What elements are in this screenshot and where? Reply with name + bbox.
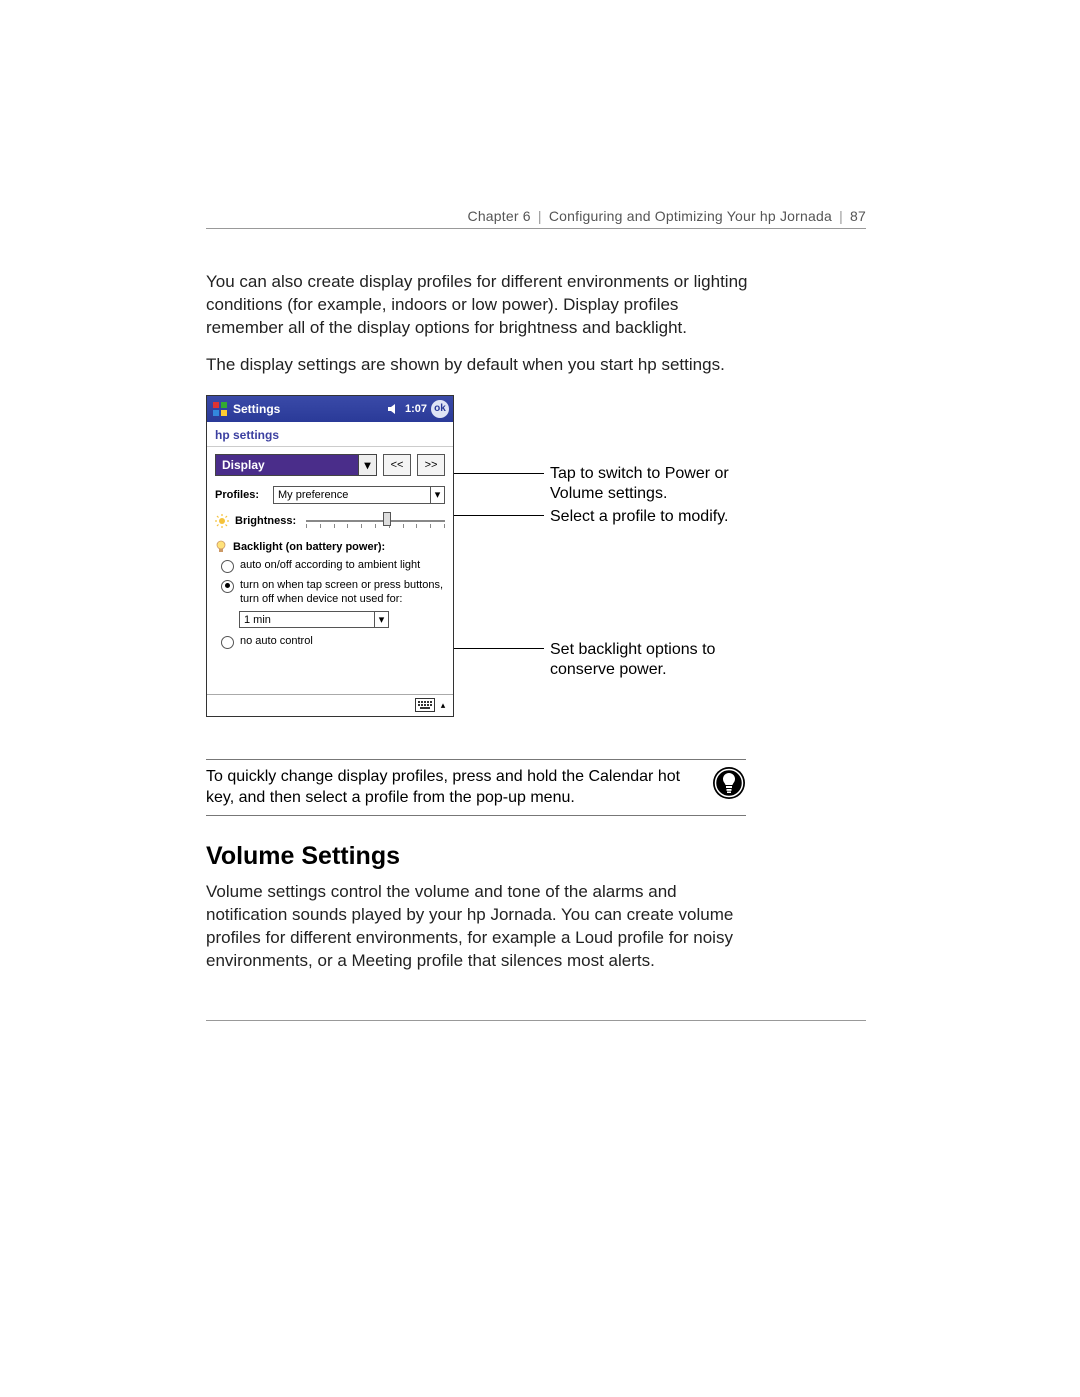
callout-2: Select a profile to modify. bbox=[550, 507, 740, 527]
brightness-slider[interactable] bbox=[306, 512, 445, 530]
prev-button[interactable]: << bbox=[383, 454, 411, 476]
chevron-down-icon: ▾ bbox=[374, 612, 388, 627]
body-paragraph-1: You can also create display profiles for… bbox=[206, 271, 751, 340]
ok-button[interactable]: ok bbox=[431, 400, 449, 418]
separator: | bbox=[836, 208, 846, 224]
separator: | bbox=[535, 208, 545, 224]
chapter-title: Configuring and Optimizing Your hp Jorna… bbox=[549, 208, 832, 224]
chevron-down-icon: ▾ bbox=[358, 455, 376, 475]
page-number: 87 bbox=[850, 208, 866, 224]
footer-rule bbox=[206, 1020, 866, 1021]
bottom-bar: ▴ bbox=[207, 694, 453, 716]
radio-label-2: turn on when tap screen or press buttons… bbox=[240, 579, 445, 607]
app-subheading: hp settings bbox=[207, 422, 453, 447]
titlebar-title: Settings bbox=[233, 402, 280, 416]
profiles-label: Profiles: bbox=[215, 489, 267, 501]
screenshot-figure: Settings 1:07 ok hp settings Display ▾ <… bbox=[206, 395, 866, 723]
radio-auto-ambient[interactable] bbox=[221, 560, 234, 573]
body-paragraph-2: The display settings are shown by defaul… bbox=[206, 354, 751, 377]
volume-icon[interactable] bbox=[387, 403, 401, 415]
callout-1: Tap to switch to Power or Volume setting… bbox=[550, 464, 740, 504]
profile-dropdown[interactable]: My preference ▾ bbox=[273, 486, 445, 504]
mode-dropdown-value: Display bbox=[222, 458, 265, 472]
radio-tap-timeout[interactable] bbox=[221, 580, 234, 593]
profile-value: My preference bbox=[278, 489, 348, 501]
titlebar: Settings 1:07 ok bbox=[207, 396, 453, 422]
callout-3: Set backlight options to conserve power. bbox=[550, 640, 740, 680]
radio-no-auto[interactable] bbox=[221, 636, 234, 649]
pocketpc-screenshot: Settings 1:07 ok hp settings Display ▾ <… bbox=[206, 395, 454, 717]
slider-thumb[interactable] bbox=[383, 512, 391, 526]
volume-paragraph: Volume settings control the volume and t… bbox=[206, 881, 751, 973]
tip-text: To quickly change display profiles, pres… bbox=[206, 766, 698, 809]
next-button[interactable]: >> bbox=[417, 454, 445, 476]
chevron-down-icon: ▾ bbox=[430, 487, 444, 503]
brightness-label: Brightness: bbox=[235, 515, 296, 527]
lightbulb-tip-icon bbox=[712, 766, 746, 800]
callout-line bbox=[454, 473, 544, 474]
timeout-value: 1 min bbox=[244, 614, 271, 626]
windows-logo-icon[interactable] bbox=[211, 400, 229, 418]
clock-time: 1:07 bbox=[405, 403, 427, 415]
callout-line bbox=[454, 515, 544, 516]
mode-dropdown[interactable]: Display ▾ bbox=[215, 454, 377, 476]
timeout-dropdown[interactable]: 1 min ▾ bbox=[239, 611, 389, 628]
page-header: Chapter 6 | Configuring and Optimizing Y… bbox=[206, 208, 866, 229]
chapter-label: Chapter 6 bbox=[468, 208, 531, 224]
keyboard-icon[interactable] bbox=[415, 698, 435, 712]
callout-line bbox=[454, 648, 544, 649]
radio-label-1: auto on/off according to ambient light bbox=[240, 559, 420, 573]
radio-label-3: no auto control bbox=[240, 635, 313, 649]
backlight-heading: Backlight (on battery power): bbox=[233, 541, 385, 553]
section-heading: Volume Settings bbox=[206, 842, 866, 871]
sun-icon bbox=[215, 514, 229, 528]
tip-block: To quickly change display profiles, pres… bbox=[206, 759, 746, 816]
up-caret-icon[interactable]: ▴ bbox=[437, 698, 449, 712]
bulb-icon bbox=[215, 540, 227, 554]
